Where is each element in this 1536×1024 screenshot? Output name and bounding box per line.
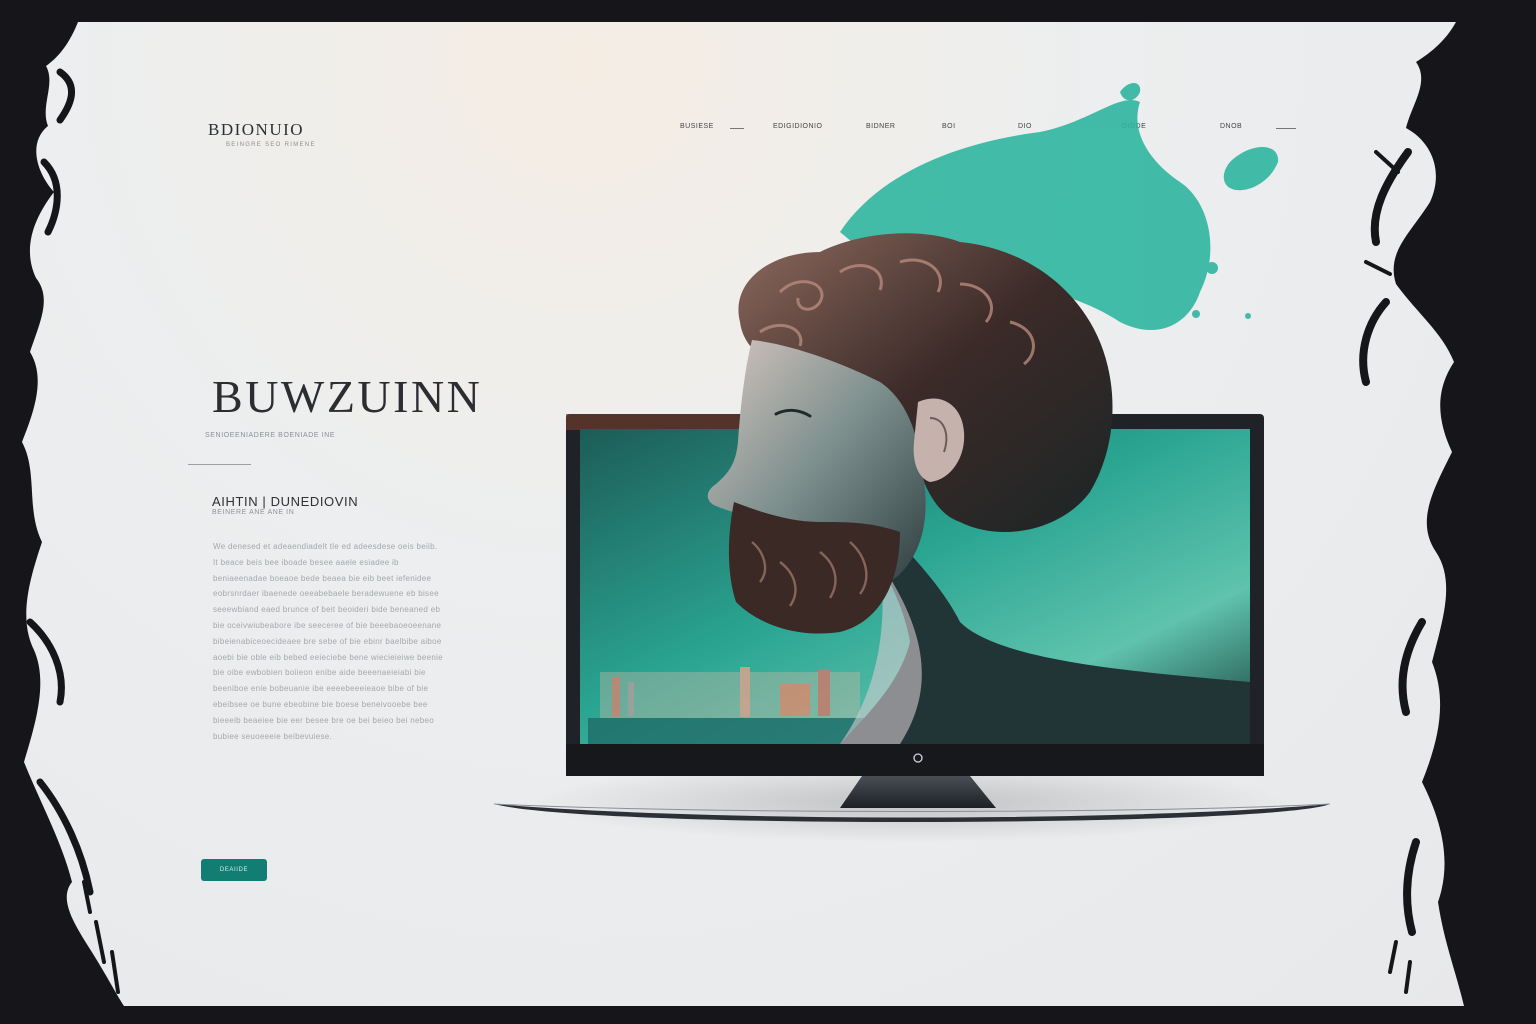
monitor-stand <box>840 776 996 808</box>
landing-page: BDIONUIO BEINGRE SEO RIMENE BUSIESE EDIG… <box>0 22 1536 1006</box>
hero-illustration <box>493 83 1331 842</box>
